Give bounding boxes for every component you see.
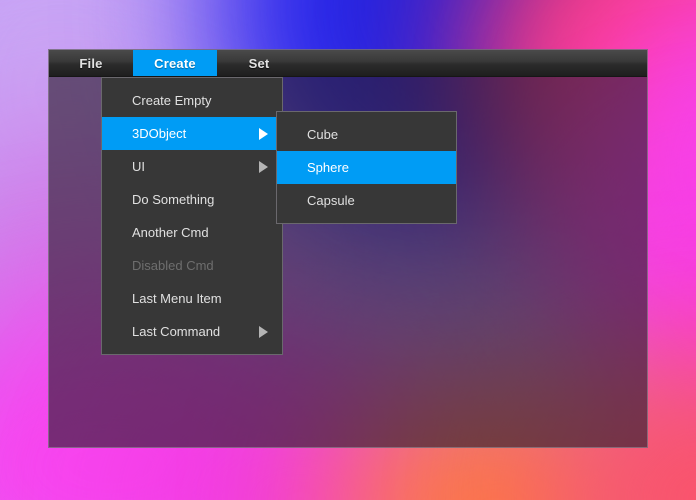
menu-item-sphere[interactable]: Sphere: [277, 151, 456, 184]
menu-item-label: Create Empty: [132, 93, 212, 108]
menubar-item-label: File: [79, 55, 103, 71]
menu-item-cube[interactable]: Cube: [277, 118, 456, 151]
menu-item-3dobject[interactable]: 3DObject: [102, 117, 282, 150]
menu-item-label: Last Command: [132, 324, 221, 339]
menu-item-label: Another Cmd: [132, 225, 209, 240]
menu-item-another-cmd[interactable]: Another Cmd: [102, 216, 282, 249]
application-window: File Create Set Create Empty 3DObject UI…: [48, 49, 648, 448]
menubar-item-label: Set: [248, 55, 270, 71]
menu-item-last-menu-item[interactable]: Last Menu Item: [102, 282, 282, 315]
menu-item-label: Capsule: [307, 193, 355, 208]
menu-item-do-something[interactable]: Do Something: [102, 183, 282, 216]
menu-item-ui[interactable]: UI: [102, 150, 282, 183]
submenu-3dobject: Cube Sphere Capsule: [276, 111, 457, 224]
menu-item-label: 3DObject: [132, 126, 187, 141]
triangle-right-icon: [259, 160, 268, 173]
menu-item-label: Cube: [307, 127, 339, 142]
menu-item-label: Last Menu Item: [132, 291, 222, 306]
menu-item-last-command[interactable]: Last Command: [102, 315, 282, 348]
menubar-item-label: Create: [154, 55, 196, 71]
triangle-right-icon: [259, 127, 268, 140]
menu-item-label: UI: [132, 159, 145, 174]
menu-item-disabled-cmd: Disabled Cmd: [102, 249, 282, 282]
menu-item-label: Disabled Cmd: [132, 258, 214, 273]
menu-item-label: Do Something: [132, 192, 215, 207]
menu-item-capsule[interactable]: Capsule: [277, 184, 456, 217]
menu-item-label: Sphere: [307, 160, 349, 175]
dropdown-menu-create: Create Empty 3DObject UI Do Something An…: [101, 77, 283, 355]
menu-item-create-empty[interactable]: Create Empty: [102, 84, 282, 117]
menu-bar: File Create Set: [49, 50, 647, 77]
triangle-right-icon: [259, 325, 268, 338]
menubar-item-create[interactable]: Create: [133, 50, 217, 76]
menubar-item-file[interactable]: File: [49, 50, 133, 76]
menubar-item-set[interactable]: Set: [217, 50, 301, 76]
